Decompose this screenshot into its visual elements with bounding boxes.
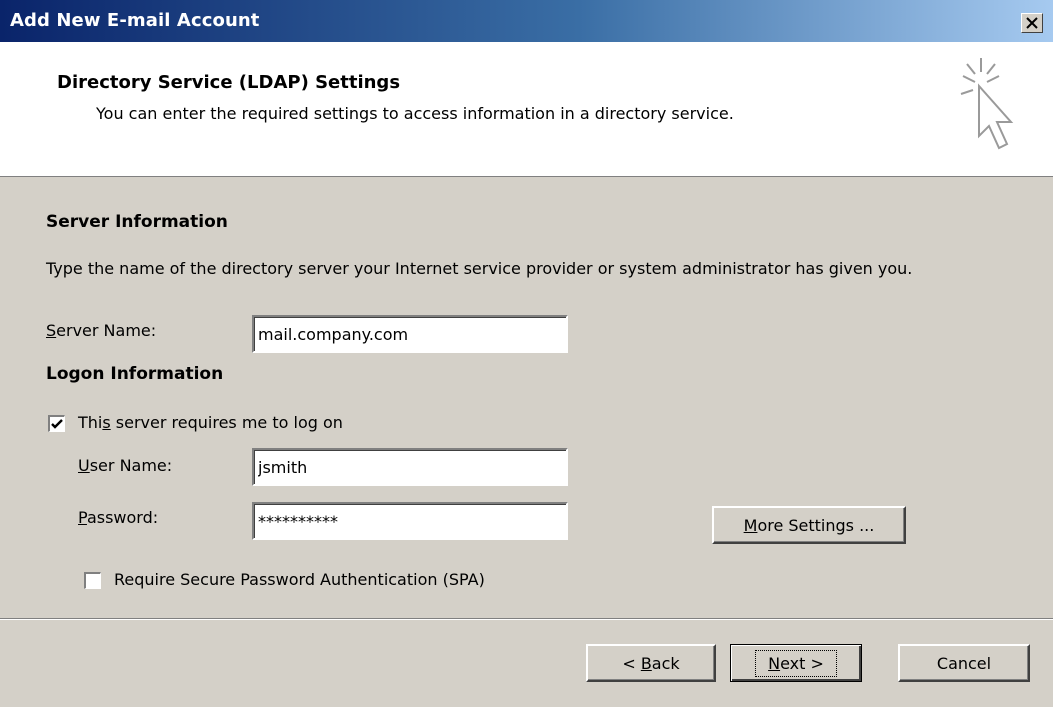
- requires-logon-label[interactable]: This server requires me to log on: [78, 413, 343, 432]
- logon-info-heading: Logon Information: [46, 364, 224, 384]
- requires-logon-checkbox[interactable]: [48, 415, 65, 432]
- footer-divider-highlight: [0, 619, 1053, 620]
- back-button[interactable]: < Back: [586, 644, 716, 682]
- wizard-header: Directory Service (LDAP) Settings You ca…: [0, 42, 1053, 177]
- close-button[interactable]: [1021, 13, 1043, 33]
- password-input[interactable]: [252, 502, 568, 540]
- server-name-label: Server Name:: [46, 321, 157, 340]
- more-settings-button[interactable]: More Settings ...: [712, 506, 906, 544]
- window-title: Add New E-mail Account: [10, 10, 260, 31]
- spa-label[interactable]: Require Secure Password Authentication (…: [114, 570, 485, 589]
- cancel-button[interactable]: Cancel: [898, 644, 1030, 682]
- wizard-cursor-icon: [960, 58, 1014, 150]
- page-title: Directory Service (LDAP) Settings: [57, 72, 401, 93]
- next-button[interactable]: Next >: [730, 644, 862, 682]
- server-name-input[interactable]: [252, 315, 568, 353]
- next-button-focus: Next >: [755, 649, 837, 677]
- server-info-description: Type the name of the directory server yo…: [46, 259, 913, 278]
- server-info-heading: Server Information: [46, 212, 228, 232]
- checkmark-icon: [51, 419, 63, 429]
- spa-checkbox[interactable]: [84, 572, 101, 589]
- page-subtitle: You can enter the required settings to a…: [96, 104, 734, 123]
- password-label: Password:: [78, 508, 159, 527]
- user-name-label: User Name:: [78, 456, 173, 475]
- close-icon: [1026, 17, 1038, 29]
- title-bar: Add New E-mail Account: [0, 0, 1053, 42]
- user-name-input[interactable]: [252, 448, 568, 486]
